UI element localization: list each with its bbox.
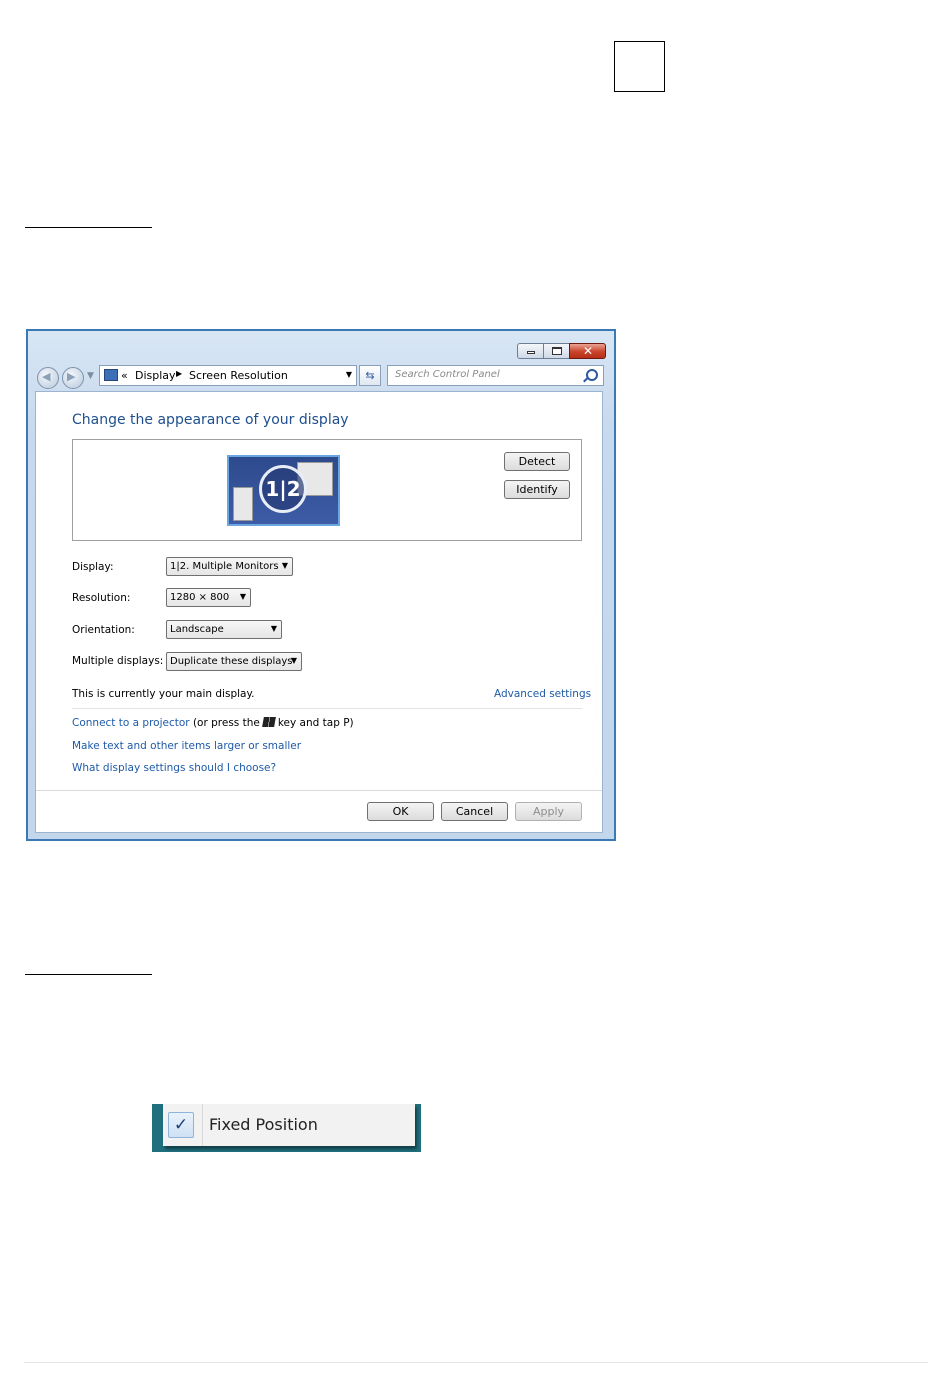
projector-hint-start: (or press the [192,717,260,729]
ok-button[interactable]: OK [367,802,434,821]
breadcrumb-display[interactable]: Display [135,369,176,382]
footer-divider [36,790,602,791]
address-dropdown-icon[interactable]: ▼ [346,370,352,379]
display-select-value: 1|2. Multiple Monitors [170,561,279,572]
multiple-displays-select[interactable]: Duplicate these displays ▼ [166,652,302,671]
window-content: Change the appearance of your display 1|… [35,391,603,833]
close-button[interactable]: ✕ [569,343,606,359]
breadcrumb-screen-resolution[interactable]: Screen Resolution [189,369,288,382]
monitor-window-thumb [233,487,253,521]
forward-arrow-icon: ▶ [67,370,76,383]
cancel-button[interactable]: Cancel [441,802,508,821]
orientation-select[interactable]: Landscape ▼ [166,620,282,639]
minimize-button[interactable] [517,343,544,359]
window-frame: ✕ ◀ ▶ ▼ « Display ▶ Screen Resolution ▼ … [28,331,614,839]
refresh-icon: ⇆ [365,369,375,382]
check-icon: ✓ [168,1112,194,1138]
search-box [387,365,604,386]
multiple-displays-select-value: Duplicate these displays [170,656,293,667]
fixed-position-menu-screenshot: ✓ Fixed Position [152,1104,421,1152]
orientation-select-value: Landscape [170,624,224,635]
back-button[interactable]: ◀ [37,367,59,389]
display-settings-help-link[interactable]: What display settings should I choose? [72,762,276,774]
projector-line: Connect to a projector (or press the key … [72,717,354,729]
breadcrumb-separator-icon[interactable]: ▶ [176,369,182,378]
screen-resolution-window: ✕ ◀ ▶ ▼ « Display ▶ Screen Resolution ▼ … [26,329,616,841]
dropdown-arrow-icon: ▼ [270,624,277,633]
refresh-button[interactable]: ⇆ [359,365,381,386]
maximize-icon [552,347,562,355]
resolution-label: Resolution: [72,592,131,604]
address-bar[interactable]: « Display ▶ Screen Resolution ▼ [99,365,357,386]
multiple-displays-label: Multiple displays: [72,655,164,667]
divider [72,708,582,709]
resolution-select-value: 1280 × 800 [170,592,230,603]
breadcrumb-overflow[interactable]: « [121,369,128,382]
search-input[interactable] [393,368,582,381]
text-size-link[interactable]: Make text and other items larger or smal… [72,740,301,752]
maximize-button[interactable] [543,343,570,359]
display-label: Display: [72,561,114,573]
monitor-number-badge: 1|2 [259,465,307,513]
identify-button[interactable]: Identify [504,480,570,499]
main-display-note: This is currently your main display. [72,688,255,700]
display-select[interactable]: 1|2. Multiple Monitors ▼ [166,557,293,576]
fixed-position-menu-item[interactable]: Fixed Position [209,1115,318,1134]
menu-divider [202,1104,203,1146]
detect-button[interactable]: Detect [504,452,570,471]
page-title: Change the appearance of your display [72,412,349,428]
context-menu: ✓ Fixed Position [163,1104,415,1146]
section-underline-2 [25,974,152,975]
close-icon: ✕ [583,344,594,358]
recent-pages-dropdown-icon[interactable]: ▼ [87,371,94,381]
dropdown-arrow-icon: ▼ [239,592,246,601]
monitor-thumbnail[interactable]: 1|2 [227,455,340,526]
resolution-select[interactable]: 1280 × 800 ▼ [166,588,251,607]
section-underline-1 [25,227,152,228]
orientation-label: Orientation: [72,624,135,636]
apply-button[interactable]: Apply [515,802,582,821]
minimize-icon [527,351,535,354]
search-icon[interactable] [586,369,598,381]
dropdown-arrow-icon: ▼ [290,656,297,665]
page-number-box [614,41,665,92]
projector-hint-end: key and tap P) [277,717,354,729]
connect-projector-link[interactable]: Connect to a projector [72,717,190,729]
control-panel-icon [104,369,118,381]
advanced-settings-link[interactable]: Advanced settings [494,688,591,700]
back-arrow-icon: ◀ [42,370,51,383]
forward-button[interactable]: ▶ [62,367,84,389]
dropdown-arrow-icon: ▼ [281,561,288,570]
footer-rule [24,1362,928,1363]
windows-key-icon [261,717,276,727]
